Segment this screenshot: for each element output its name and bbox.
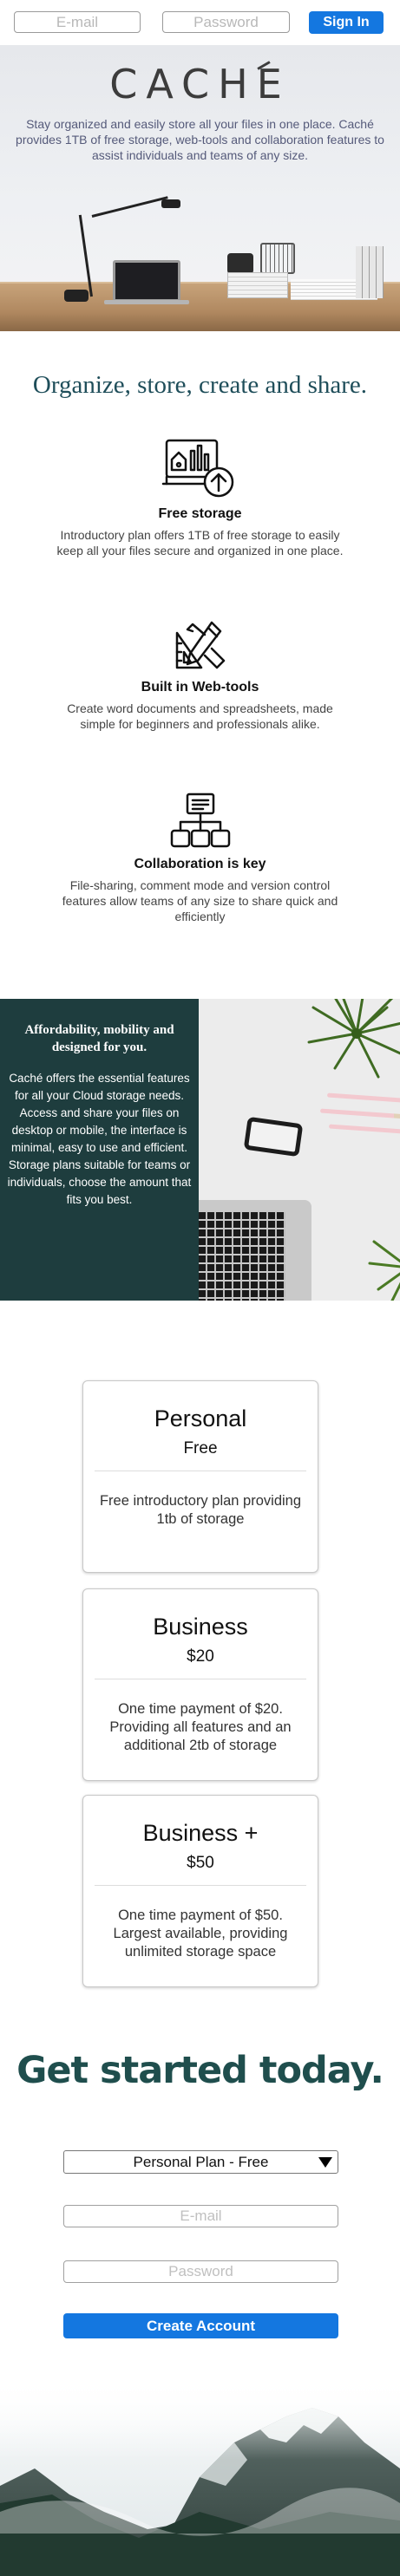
cloud-storage-icon (161, 439, 233, 498)
signup-password-input[interactable]: Password (63, 2260, 338, 2283)
affordability-heading: Affordability, mobility and designed for… (24, 1023, 174, 1054)
hero-tagline: Stay organized and easily store all your… (16, 117, 384, 162)
brand-logo: CACHE (109, 61, 291, 108)
feature-collaboration: Collaboration is key File-sharing, comme… (0, 791, 400, 924)
feature-web-tools: Built in Web-tools Create word documents… (0, 617, 400, 732)
pricing-card-business[interactable]: Business $20 One time payment of $20. Pr… (82, 1588, 318, 1781)
plan-select-value: Personal Plan - Free (133, 2154, 269, 2170)
pricing-card-personal[interactable]: Personal Free Free introductory plan pro… (82, 1380, 318, 1573)
affordability-section: Affordability, mobility and designed for… (0, 999, 400, 1301)
feature-description: File-sharing, comment mode and version c… (62, 878, 338, 923)
signin-email-input[interactable]: E-mail (14, 11, 141, 33)
feature-title: Collaboration is key (134, 857, 266, 871)
card-divider (95, 1885, 306, 1886)
get-started-title: Get started today. (16, 2049, 384, 2092)
network-icon (170, 792, 230, 848)
feature-title: Built in Web-tools (141, 680, 259, 695)
mountain-photo (0, 2382, 400, 2576)
feature-description: Introductory plan offers 1TB of free sto… (56, 528, 344, 558)
dropdown-arrow-icon (318, 2157, 332, 2168)
plan-select[interactable]: Personal Plan - Free (63, 2150, 338, 2174)
design-tools-icon (175, 621, 225, 669)
plan-description: One time payment of $20. Providing all f… (109, 1701, 292, 1753)
create-account-button[interactable]: Create Account (63, 2313, 338, 2338)
signin-password-input[interactable]: Password (162, 11, 290, 33)
plan-name: Business (153, 1614, 248, 1640)
plan-price: $20 (187, 1647, 214, 1666)
top-bar: E-mail Password Sign In (0, 0, 400, 45)
affordability-panel: Affordability, mobility and designed for… (0, 999, 199, 1301)
plan-description: Free introductory plan providing 1tb of … (99, 1493, 302, 1527)
signin-button[interactable]: Sign In (309, 11, 384, 34)
signup-email-input[interactable]: E-mail (63, 2205, 338, 2227)
feature-free-storage: Free storage Introductory plan offers 1T… (0, 437, 400, 558)
feature-description: Create word documents and spreadsheets, … (67, 701, 333, 731)
plan-name: Personal (154, 1405, 247, 1431)
features-title: Organize, store, create and share. (32, 371, 368, 399)
workspace-photo (199, 999, 400, 1301)
pricing-card-business-plus[interactable]: Business + $50 One time payment of $50. … (82, 1795, 318, 1987)
feature-title: Free storage (158, 506, 242, 521)
plan-description: One time payment of $50. Largest availab… (113, 1908, 288, 1960)
plan-price: $50 (187, 1854, 214, 1872)
affordability-body: Caché offers the essential features for … (7, 1072, 192, 1206)
hero-section: CACHE Stay organized and easily store al… (0, 45, 400, 331)
plan-name: Business + (142, 1820, 259, 1846)
plan-price: Free (183, 1439, 218, 1458)
